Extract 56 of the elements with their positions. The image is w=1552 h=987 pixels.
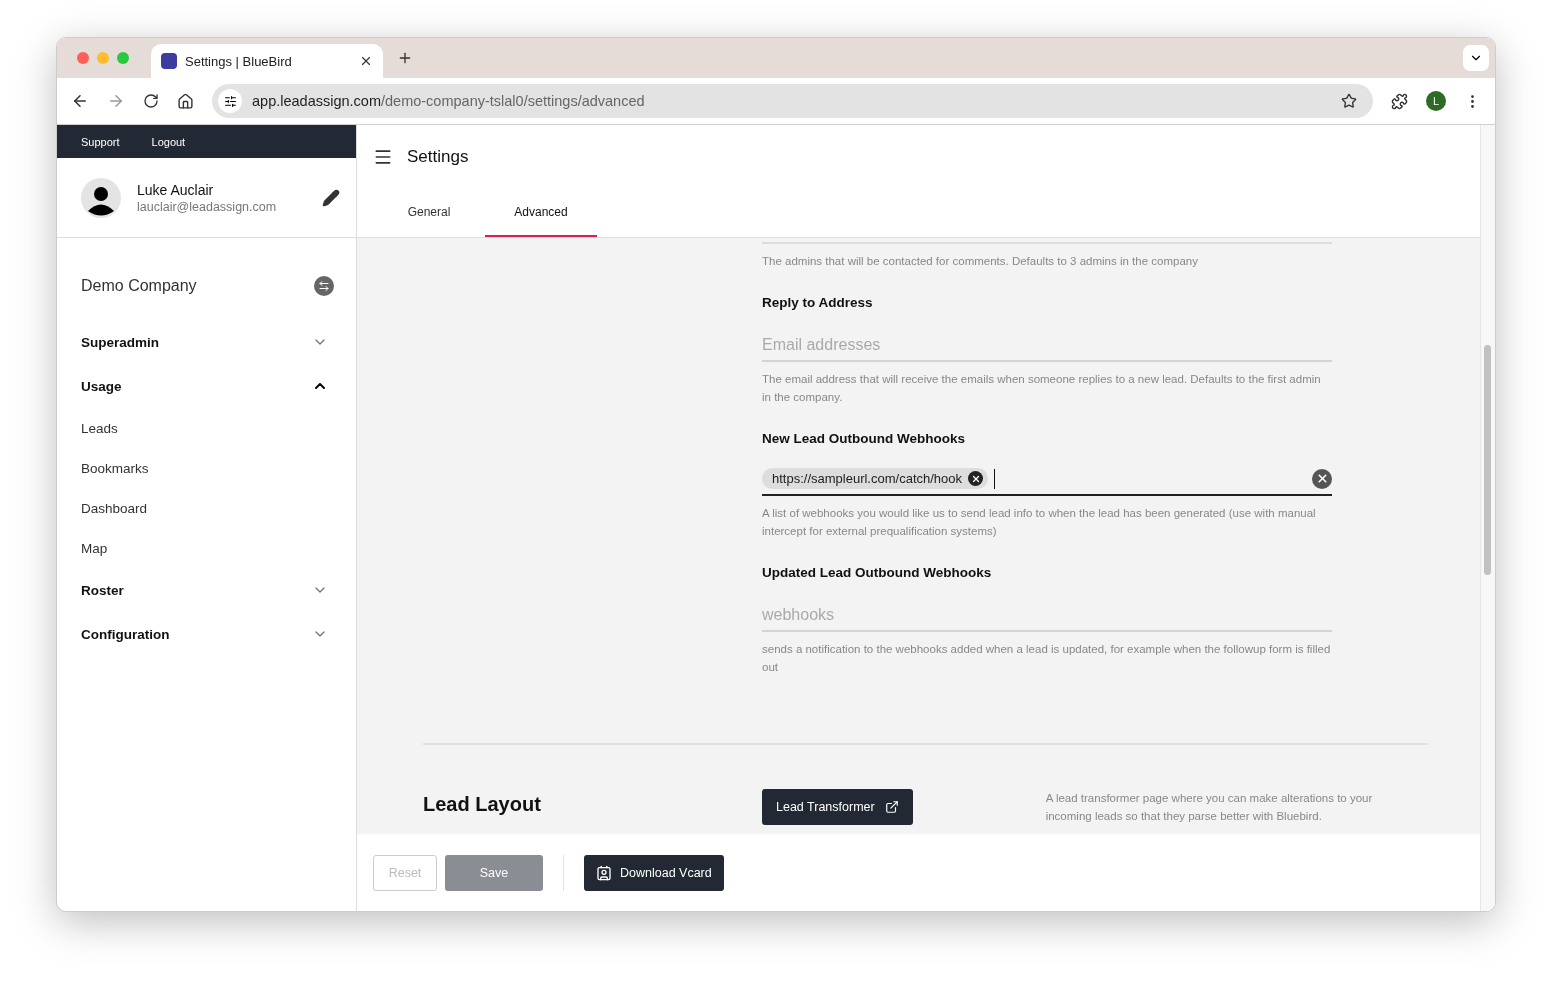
forward-icon[interactable] xyxy=(107,92,125,110)
help-text: The email address that will receive the emails when someone replies to a new lead. Defaults to the first admin in the company. xyxy=(762,372,1322,405)
lead-transformer-button[interactable]: Lead Transformer xyxy=(762,789,913,825)
section-title: Lead Layout xyxy=(423,792,542,816)
footer-button[interactable]: Download Vcard xyxy=(584,854,724,891)
nav-section[interactable]: Roster xyxy=(57,568,356,612)
menu-icon[interactable] xyxy=(373,147,393,167)
nav-section[interactable]: Superadmin xyxy=(57,320,356,364)
new-tab-icon[interactable] xyxy=(397,50,413,66)
star-icon[interactable] xyxy=(1341,93,1357,109)
back-icon[interactable] xyxy=(71,92,89,110)
webhook-chip[interactable]: https://sampleurl.com/catch/hook xyxy=(762,468,989,489)
external-link-icon xyxy=(884,800,899,814)
site-settings-icon[interactable] xyxy=(218,89,242,113)
page-title: Settings xyxy=(407,147,469,167)
section-description: A lead transformer page where you can make alterations to your incoming leads so that they parse better with Bluebird. xyxy=(1045,791,1374,824)
tab-list-button[interactable] xyxy=(1463,45,1489,71)
browser-tab[interactable]: Settings | BlueBird xyxy=(151,44,383,78)
address-bar[interactable]: app.leadassign.com/demo-company-tslal0/settings/advanced xyxy=(212,84,1373,118)
pencil-icon[interactable] xyxy=(322,188,340,207)
input-field[interactable]: https://sampleurl.com/catch/hook xyxy=(762,466,1332,496)
url-text: app.leadassign.com/demo-company-tslal0/settings/advanced xyxy=(252,93,646,109)
top-link[interactable]: Logout xyxy=(151,135,186,148)
clear-icon[interactable] xyxy=(1312,468,1332,489)
company-name: Demo Company xyxy=(81,277,197,295)
swap-icon[interactable] xyxy=(314,276,334,296)
tab[interactable]: General xyxy=(373,189,485,237)
field-label: New Lead Outbound Webhooks xyxy=(762,431,966,446)
field-label: Reply to Address xyxy=(762,295,874,310)
user-email: lauclair@leadassign.com xyxy=(137,199,278,214)
help-text: The admins that will be contacted for comments. Defaults to 3 admins in the company xyxy=(762,254,1199,269)
input-field[interactable]: Email addresses xyxy=(762,332,1332,362)
nav-item[interactable]: Map xyxy=(57,528,356,568)
remove-icon[interactable] xyxy=(968,471,984,486)
contact-card-icon xyxy=(596,864,612,881)
nav-item[interactable]: Leads xyxy=(57,408,356,448)
tab[interactable]: Advanced xyxy=(485,189,597,237)
nav-item[interactable]: Dashboard xyxy=(57,488,356,528)
home-icon[interactable] xyxy=(177,92,194,110)
profile-avatar[interactable]: L xyxy=(1426,91,1446,111)
tab-title: Settings | BlueBird xyxy=(185,53,293,69)
nav-section[interactable]: Usage xyxy=(57,364,356,408)
nav-section[interactable]: Configuration xyxy=(57,612,356,656)
field-label: Updated Lead Outbound Webhooks xyxy=(762,565,993,580)
reload-icon[interactable] xyxy=(143,93,159,109)
avatar-icon xyxy=(81,177,121,218)
help-text: A list of webhooks you would like us to send lead info to when the lead has been generated (use with manual intercept for external prequalification systems) xyxy=(762,506,1317,539)
help-text: sends a notification to the webhooks added when a lead is updated, for example when the followup form is filled out xyxy=(762,642,1332,675)
close-icon[interactable] xyxy=(359,54,373,68)
scrollbar[interactable] xyxy=(1480,125,1495,911)
input-field[interactable]: webhooks xyxy=(762,602,1332,632)
favicon-icon xyxy=(161,53,177,69)
nav-item[interactable]: Bookmarks xyxy=(57,448,356,488)
puzzle-icon[interactable] xyxy=(1391,92,1408,110)
user-name: Luke Auclair xyxy=(137,181,215,198)
top-link[interactable]: Support xyxy=(81,135,120,148)
